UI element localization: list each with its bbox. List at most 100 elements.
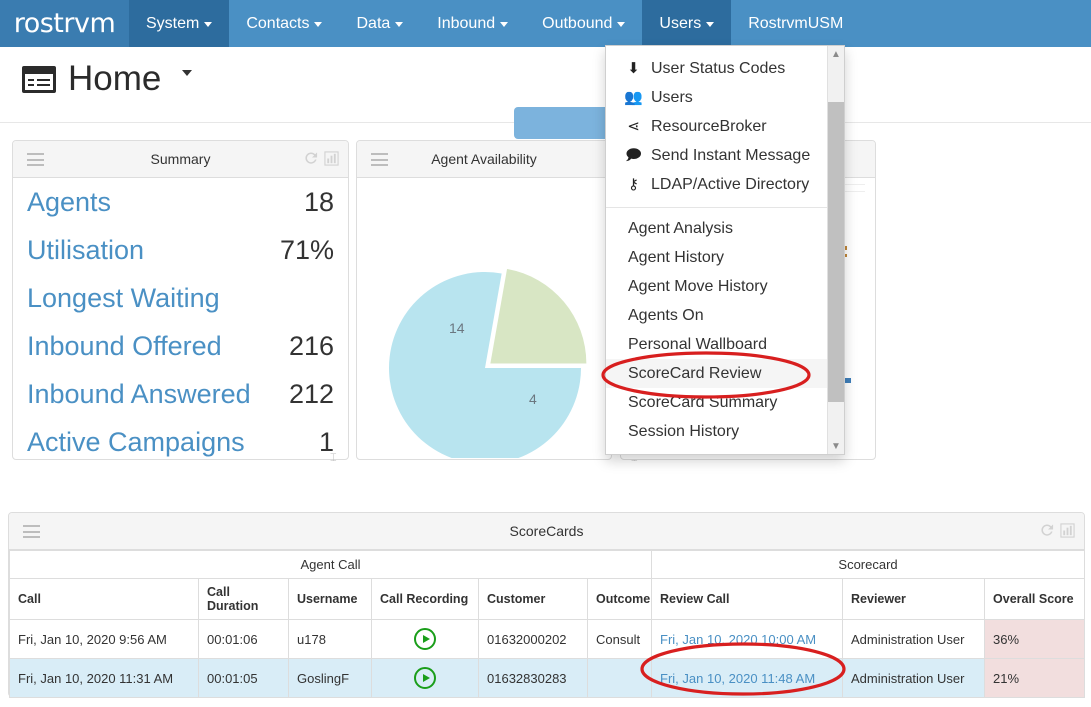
dropdown-item-user-status-codes[interactable]: ⬇ User Status Codes bbox=[606, 54, 827, 83]
pie-svg: 14 4 bbox=[389, 268, 587, 459]
chevron-down-icon bbox=[204, 22, 213, 27]
summary-metric-label[interactable]: Active Campaigns bbox=[27, 427, 245, 458]
review-call-link[interactable]: Fri, Jan 10, 2020 11:48 AM bbox=[660, 671, 815, 686]
scorecards-group-header: Agent Call bbox=[8, 550, 653, 579]
brand-logo[interactable]: rostrvm bbox=[0, 0, 129, 47]
nav-item-data[interactable]: Data bbox=[339, 0, 420, 47]
dropdown-item-scorecard-summary[interactable]: ScoreCard Summary bbox=[606, 388, 827, 417]
cell-call-duration: 00:01:06 bbox=[198, 619, 289, 659]
nav-item-contacts[interactable]: Contacts bbox=[229, 0, 339, 47]
nav-item-users[interactable]: Users bbox=[642, 0, 732, 47]
nav-item-outbound[interactable]: Outbound bbox=[525, 0, 642, 47]
nav-item-label: Inbound bbox=[437, 14, 496, 32]
scroll-up-arrow-icon[interactable]: ▲ bbox=[828, 46, 844, 62]
nav-item-label: Contacts bbox=[246, 14, 310, 32]
review-call-link[interactable]: Fri, Jan 10, 2020 10:00 AM bbox=[660, 632, 816, 647]
dropdown-item-label: Agent Analysis bbox=[628, 220, 733, 237]
nav-item-label: Data bbox=[356, 14, 391, 32]
nav-item-inbound[interactable]: Inbound bbox=[420, 0, 525, 47]
menu-handle-icon[interactable] bbox=[23, 525, 40, 538]
dropdown-item-agent-analysis[interactable]: Agent Analysis bbox=[606, 214, 827, 243]
scorecards-panel-title: ScoreCards bbox=[509, 523, 584, 539]
dropdown-item-label: ScoreCard Summary bbox=[628, 394, 778, 411]
scorecards-column-header[interactable]: Username bbox=[288, 578, 372, 620]
dropdown-item-session-history[interactable]: Session History bbox=[606, 417, 827, 446]
dropdown-item-resourcebroker[interactable]: ⋖ ResourceBroker bbox=[606, 112, 827, 141]
dropdown-item-agent-move-history[interactable]: Agent Move History bbox=[606, 272, 827, 301]
summary-metric-value: 216 bbox=[288, 330, 334, 361]
dropdown-item-scorecard-review[interactable]: ScoreCard Review bbox=[606, 359, 827, 388]
cell-outcome[interactable]: Consult bbox=[586, 619, 653, 659]
summary-metric-label[interactable]: Inbound Offered bbox=[27, 331, 222, 362]
scrollbar-thumb[interactable] bbox=[828, 102, 844, 402]
summary-metric-label[interactable]: Utilisation bbox=[27, 235, 144, 266]
cell-overall-score: 36% bbox=[984, 619, 1086, 659]
dropdown-item-label: Personal Wallboard bbox=[628, 336, 768, 353]
pie-label-unavailable: 4 bbox=[529, 391, 537, 407]
dropdown-item-users[interactable]: 👥 Users bbox=[606, 83, 827, 112]
dropdown-item-label: LDAP/Active Directory bbox=[651, 176, 810, 193]
table-row[interactable]: Fri, Jan 10, 2020 11:31 AM 00:01:05 Goslin… bbox=[9, 658, 1086, 698]
cell-outcome[interactable] bbox=[586, 658, 653, 698]
scorecards-column-header[interactable]: Outcome bbox=[586, 578, 653, 620]
page-title-wrap: Home bbox=[22, 59, 193, 99]
app-root: rostrvm System Contacts Data Inbound Outboun… bbox=[0, 0, 1091, 707]
summary-metric-label[interactable]: Inbound Answered bbox=[27, 379, 251, 410]
summary-row: Inbound Offered 216 bbox=[13, 322, 348, 370]
chart-icon[interactable] bbox=[1060, 523, 1075, 538]
dropdown-item-label: ResourceBroker bbox=[651, 118, 767, 135]
scorecards-group-header-row: Agent Call Scorecard bbox=[8, 550, 1086, 579]
scorecards-column-header[interactable]: Overall Score bbox=[984, 578, 1086, 620]
menu-handle-icon[interactable] bbox=[27, 153, 44, 166]
cell-username[interactable]: GoslingF bbox=[288, 658, 372, 698]
nav-item-system[interactable]: System bbox=[129, 0, 230, 47]
scorecards-column-header[interactable]: Customer bbox=[478, 578, 588, 620]
chevron-down-icon bbox=[314, 22, 323, 27]
cell-review-call: Fri, Jan 10, 2020 11:48 AM bbox=[651, 658, 844, 698]
scorecards-panel: ScoreCards Agent Call Scorecard Call Cal… bbox=[8, 512, 1086, 698]
page-title: Home bbox=[68, 59, 162, 98]
chart-icon[interactable] bbox=[324, 151, 339, 166]
nav-item-rostrvmusm[interactable]: RostrvmUSM bbox=[731, 0, 860, 47]
refresh-icon[interactable] bbox=[1039, 523, 1054, 538]
scorecards-column-header-row: Call Call Duration Username Call Recording C… bbox=[9, 578, 1086, 620]
summary-resize-handle[interactable]: ⌶ bbox=[330, 452, 337, 465]
summary-metric-label[interactable]: Agents bbox=[27, 187, 111, 218]
users-dropdown-menu: ⬇ User Status Codes 👥 Users ⋖ ResourceBroker 🗩… bbox=[605, 45, 845, 455]
nav-item-label: Outbound bbox=[542, 14, 613, 32]
play-icon[interactable] bbox=[414, 628, 436, 650]
scorecards-column-header[interactable]: Call bbox=[9, 578, 199, 620]
refresh-icon[interactable] bbox=[303, 151, 318, 166]
scorecards-column-header[interactable]: Review Call bbox=[651, 578, 844, 620]
chevron-down-icon bbox=[395, 22, 404, 27]
summary-metric-label[interactable]: Longest Waiting bbox=[27, 283, 220, 314]
users-group-icon: 👥 bbox=[624, 89, 643, 106]
table-row[interactable]: Fri, Jan 10, 2020 9:56 AM 00:01:06 u178 016… bbox=[9, 619, 1086, 659]
scorecards-column-header[interactable]: Call Recording bbox=[371, 578, 479, 620]
cell-call[interactable]: Fri, Jan 10, 2020 9:56 AM bbox=[9, 619, 199, 659]
scorecards-column-header[interactable]: Call Duration bbox=[198, 578, 289, 620]
summary-panel-title: Summary bbox=[150, 151, 211, 167]
dropdown-item-agents-on[interactable]: Agents On bbox=[606, 301, 827, 330]
share-nodes-icon: ⋖ bbox=[627, 118, 640, 135]
nav-items: System Contacts Data Inbound Outbound Users Ro… bbox=[129, 0, 860, 47]
summary-panel-tools bbox=[303, 151, 339, 166]
dropdown-item-ldap-active-directory[interactable]: ⚷ LDAP/Active Directory bbox=[606, 170, 827, 199]
cell-username[interactable]: u178 bbox=[288, 619, 372, 659]
pie-label-available: 14 bbox=[449, 320, 465, 336]
dropdown-item-send-instant-message[interactable]: 🗩 Send Instant Message bbox=[606, 141, 827, 170]
dropdown-scrollbar[interactable]: ▲ ▼ bbox=[827, 46, 844, 454]
scroll-down-arrow-icon[interactable]: ▼ bbox=[828, 438, 844, 454]
scorecards-panel-tools bbox=[1039, 523, 1075, 538]
dropdown-item-agent-history[interactable]: Agent History bbox=[606, 243, 827, 272]
menu-handle-icon[interactable] bbox=[371, 153, 388, 166]
dropdown-item-label: Session History bbox=[628, 423, 740, 440]
play-icon[interactable] bbox=[414, 667, 436, 689]
scorecards-column-header[interactable]: Reviewer bbox=[842, 578, 986, 620]
summary-rows: Agents 18 Utilisation 71% Longest Waiting Inb… bbox=[13, 178, 348, 459]
dropdown-item-personal-wallboard[interactable]: Personal Wallboard bbox=[606, 330, 827, 359]
pie-slice-unavailable bbox=[490, 268, 587, 364]
page-title-caret-icon[interactable] bbox=[182, 70, 193, 76]
cell-call[interactable]: Fri, Jan 10, 2020 11:31 AM bbox=[9, 658, 199, 698]
dropdown-item-label: ScoreCard Review bbox=[628, 365, 762, 382]
